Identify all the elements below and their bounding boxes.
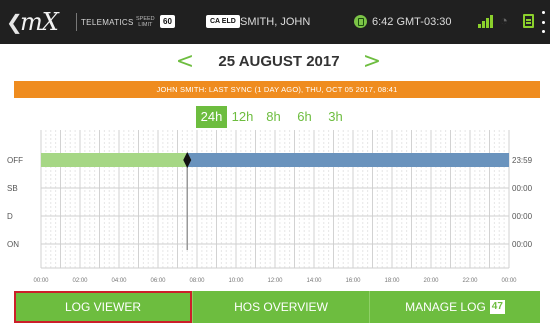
row-label-d: D	[7, 212, 13, 221]
row-label-off: OFF	[7, 156, 23, 165]
more-icon[interactable]	[538, 11, 548, 33]
card-icon[interactable]	[523, 14, 534, 28]
sync-banner: JOHN SMITH: LAST SYNC (1 DAY AGO), THU, …	[14, 81, 540, 98]
manage-log-label: MANAGE LOG	[405, 300, 486, 314]
range-tabs: 24h 12h 8h 6h 3h	[196, 106, 351, 128]
eld-badge: CA ELD	[206, 15, 240, 28]
x-tick-label: 00:00	[501, 278, 517, 284]
row-total-sb: 00:00	[512, 184, 533, 193]
x-tick-label: 02:00	[72, 278, 88, 284]
x-tick-label: 08:00	[189, 278, 205, 284]
speed-label-line2: LIMIT	[138, 22, 153, 28]
tab-3h[interactable]: 3h	[320, 106, 351, 128]
app-logo: mX	[20, 8, 59, 36]
tab-24h[interactable]: 24h	[196, 106, 227, 128]
row-label-sb: SB	[7, 184, 18, 193]
speed-limit-value: 60	[160, 15, 175, 28]
prev-day-button[interactable]: <	[175, 48, 195, 76]
x-tick-label: 22:00	[462, 278, 478, 284]
driver-status-icon	[354, 15, 367, 28]
status-segment-off	[41, 153, 188, 167]
x-tick-label: 20:00	[423, 278, 439, 284]
x-tick-label: 18:00	[384, 278, 400, 284]
hos-overview-button[interactable]: HOS OVERVIEW	[192, 291, 370, 323]
telematics-label: TELEMATICS	[81, 17, 134, 27]
tab-6h[interactable]: 6h	[289, 106, 320, 128]
row-total-off: 23:59	[512, 156, 533, 165]
x-tick-label: 04:00	[111, 278, 127, 284]
row-total-on: 00:00	[512, 240, 533, 249]
date-title: 25 AUGUST 2017	[218, 53, 340, 70]
divider	[76, 13, 77, 31]
tab-12h[interactable]: 12h	[227, 106, 258, 128]
row-total-d: 00:00	[512, 212, 533, 221]
x-tick-label: 00:00	[33, 278, 49, 284]
speed-limit-label: SPEED LIMIT	[136, 0, 155, 44]
log-viewer-button[interactable]: LOG VIEWER	[14, 291, 192, 323]
status-segment-off	[187, 153, 509, 167]
clock: 6:42 GMT-03:30	[372, 16, 452, 28]
log-chart[interactable]: OFF 23:59 SB 00:00 D 00:00 ON 00:00 00:00 02:00 04…	[0, 130, 550, 288]
bottom-bar: LOG VIEWER HOS OVERVIEW MANAGE LOG 47	[14, 291, 540, 323]
x-tick-label: 16:00	[345, 278, 361, 284]
date-navigation: < 25 AUGUST 2017 >	[0, 48, 550, 76]
x-tick-label: 10:00	[228, 278, 244, 284]
wifi-icon: ◔	[500, 13, 508, 28]
driver-name[interactable]: SMITH, JOHN	[240, 0, 310, 44]
top-bar: ❮ mX TELEMATICS SPEED LIMIT 60 CA ELD SM…	[0, 0, 550, 44]
manage-log-button[interactable]: MANAGE LOG 47	[370, 291, 540, 323]
signal-icon	[478, 14, 494, 28]
x-tick-label: 06:00	[150, 278, 166, 284]
manage-log-count-badge: 47	[489, 299, 505, 314]
x-tick-label: 12:00	[267, 278, 283, 284]
next-day-button[interactable]: >	[362, 48, 382, 76]
row-label-on: ON	[7, 240, 19, 249]
tab-8h[interactable]: 8h	[258, 106, 289, 128]
x-tick-label: 14:00	[306, 278, 322, 284]
